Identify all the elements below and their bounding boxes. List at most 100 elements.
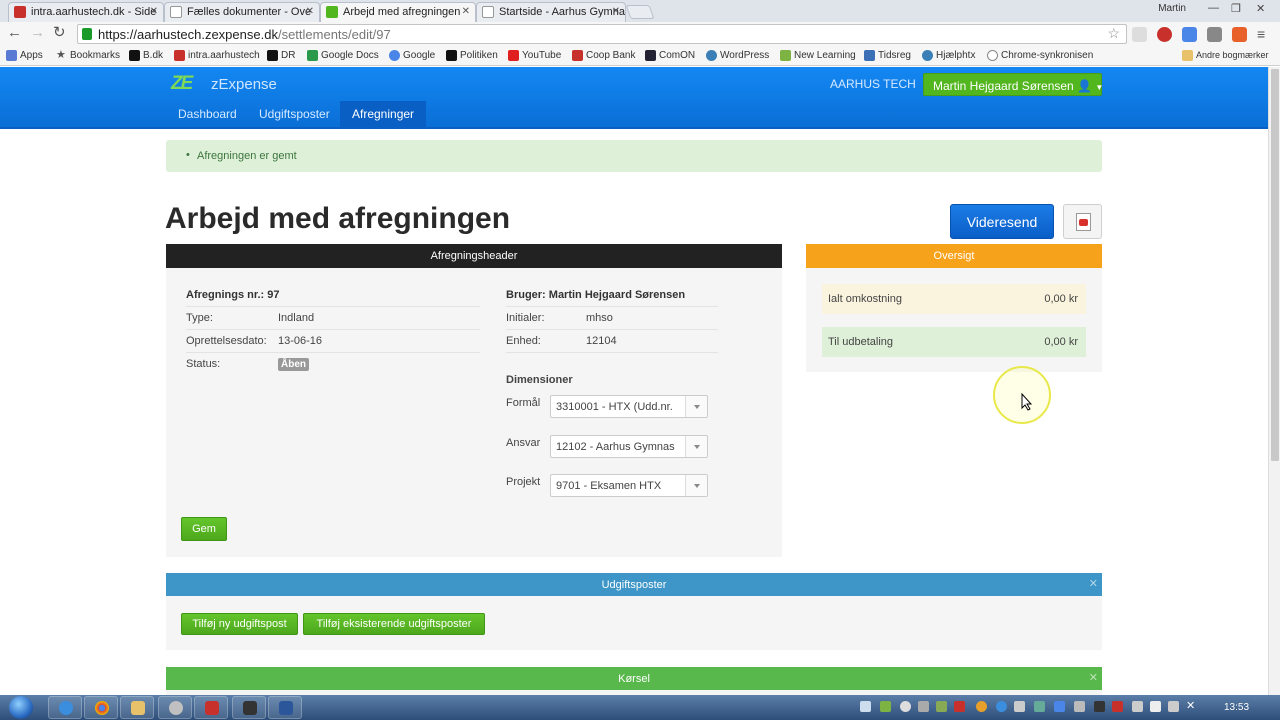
close-tab-icon[interactable]: ✕ (306, 6, 314, 17)
favicon-icon (174, 50, 185, 61)
nav-expense-items[interactable]: Udgiftsposter (247, 101, 342, 129)
browser-tab[interactable]: Fælles dokumenter - Ove ✕ (164, 2, 320, 22)
tray-icon[interactable] (1094, 701, 1105, 712)
translate-icon[interactable] (1182, 27, 1197, 42)
close-window-icon[interactable]: ✕ (1256, 2, 1265, 15)
bookmark-item[interactable]: Coop Bank (572, 50, 635, 61)
tray-icon[interactable] (900, 701, 911, 712)
nav-settlements[interactable]: Afregninger (340, 101, 427, 129)
taskbar-app[interactable] (232, 696, 266, 719)
chevron-down-icon[interactable] (685, 436, 707, 457)
purpose-select[interactable]: 3310001 - HTX (Udd.nr. (550, 395, 708, 418)
collapse-icon[interactable]: ✕ (1089, 671, 1098, 684)
forward-button[interactable]: Videresend (950, 204, 1054, 239)
nav-dashboard[interactable]: Dashboard (166, 101, 249, 129)
page-scrollbar[interactable] (1268, 67, 1280, 695)
responsibility-select[interactable]: 12102 - Aarhus Gymnas (550, 435, 708, 458)
close-tab-icon[interactable]: ✕ (462, 6, 470, 17)
taskbar-chrome[interactable] (84, 696, 118, 719)
add-existing-expenses-button[interactable]: Tilføj eksisterende udgiftsposter (303, 613, 485, 635)
tray-icon[interactable] (996, 701, 1007, 712)
tray-icon[interactable] (1054, 701, 1065, 712)
bookmark-item[interactable]: WordPress (706, 50, 769, 61)
maximize-icon[interactable]: ❐ (1231, 2, 1241, 15)
favicon-icon (864, 50, 875, 61)
bookmark-star-icon[interactable]: ☆ (1107, 25, 1120, 42)
tray-icon[interactable] (1034, 701, 1045, 712)
success-alert: Afregningen er gemt (166, 140, 1102, 172)
bookmark-other[interactable]: Andre bogmærker (1182, 50, 1269, 61)
settlement-header-panel: Afregningsheader Afregnings nr.: 97 Type… (166, 244, 782, 557)
collapse-icon[interactable]: ✕ (1089, 577, 1098, 590)
tray-icon[interactable] (860, 701, 871, 712)
save-button[interactable]: Gem (181, 517, 227, 541)
bookmark-item[interactable]: DR (267, 50, 295, 61)
extension-icon[interactable] (1232, 27, 1247, 42)
taskbar-ie[interactable] (48, 696, 82, 719)
flag-icon[interactable] (1150, 701, 1161, 712)
clock[interactable]: 13:53 (1224, 702, 1249, 713)
pdf-icon (1076, 213, 1091, 231)
tray-icon[interactable] (954, 701, 965, 712)
tray-icon[interactable] (880, 701, 891, 712)
brand-name[interactable]: zExpense (211, 76, 277, 93)
tray-icon[interactable] (1132, 701, 1143, 712)
bookmark-item[interactable]: New Learning (780, 50, 856, 61)
bookmark-item[interactable]: B.dk (129, 50, 163, 61)
bookmark-label: New Learning (794, 50, 856, 61)
cast-icon[interactable] (1132, 27, 1147, 42)
start-button[interactable] (6, 695, 36, 720)
bookmark-item[interactable]: Politiken (446, 50, 498, 61)
settlement-user: Bruger: Martin Hejgaard Sørensen (506, 289, 686, 301)
user-menu-button[interactable]: Martin Hejgaard Sørensen 👤 ▼ (923, 73, 1103, 96)
bookmark-item[interactable]: Google (389, 50, 435, 61)
taskbar-app[interactable] (158, 696, 192, 719)
tray-icon[interactable] (1112, 701, 1123, 712)
profile-name[interactable]: Martin (1158, 3, 1186, 14)
taskbar-explorer[interactable] (120, 696, 154, 719)
pdf-button[interactable] (1063, 204, 1102, 239)
network-icon[interactable] (1168, 701, 1179, 712)
bookmark-item[interactable]: ★ Bookmarks (56, 50, 120, 62)
bookmark-item[interactable]: Hjælphtx (922, 50, 975, 61)
back-icon[interactable]: ← (7, 25, 22, 41)
project-select[interactable]: 9701 - Eksamen HTX (550, 474, 708, 497)
bookmark-item[interactable]: Chrome-synkronisen (987, 50, 1093, 61)
tray-icon[interactable] (1074, 701, 1085, 712)
bookmark-item[interactable]: Google Docs (307, 50, 379, 61)
browser-tab-active[interactable]: Arbejd med afregningen ✕ (320, 2, 476, 22)
address-bar[interactable]: https://aarhustech.zexpense.dk/settlemen… (77, 24, 1127, 44)
bookmark-item[interactable]: YouTube (508, 50, 561, 61)
adblock-icon[interactable] (1157, 27, 1172, 42)
close-tab-icon[interactable]: ✕ (612, 6, 620, 17)
settlement-number-row: Afregnings nr.: 97 (186, 284, 480, 307)
add-new-expense-button[interactable]: Tilføj ny udgiftspost (181, 613, 298, 635)
user-icon: 👤 (1077, 79, 1093, 93)
menu-icon[interactable]: ≡ (1257, 27, 1272, 42)
chevron-down-icon[interactable] (685, 475, 707, 496)
new-tab-button[interactable] (625, 5, 655, 19)
extension-icon[interactable] (1207, 27, 1222, 42)
bookmark-label: Politiken (460, 50, 498, 61)
tray-icon[interactable] (1014, 701, 1025, 712)
bookmark-item[interactable]: intra.aarhustech (174, 50, 260, 61)
minimize-icon[interactable]: — (1208, 2, 1219, 14)
scrollbar-thumb[interactable] (1271, 69, 1279, 461)
status-badge: Åben (278, 358, 309, 371)
browser-tab[interactable]: intra.aarhustech.dk - Side ✕ (8, 2, 164, 22)
bookmark-item[interactable]: Tidsreg (864, 50, 911, 61)
volume-icon[interactable]: ✕ (1186, 701, 1197, 712)
forward-icon[interactable]: → (30, 25, 45, 41)
reload-icon[interactable]: ↻ (53, 25, 66, 41)
tray-icon[interactable] (918, 701, 929, 712)
close-tab-icon[interactable]: ✕ (150, 6, 158, 17)
browser-tab[interactable]: Startside - Aarhus Gymna ✕ (476, 2, 626, 22)
bookmark-apps[interactable]: Apps (6, 50, 43, 61)
taskbar-app[interactable] (194, 696, 228, 719)
bookmark-item[interactable]: ComON (645, 50, 695, 61)
taskbar-word[interactable] (268, 696, 302, 719)
chevron-down-icon[interactable] (685, 396, 707, 417)
tray-icon[interactable] (976, 701, 987, 712)
logo-icon[interactable]: ZE (171, 74, 201, 93)
tray-icon[interactable] (936, 701, 947, 712)
